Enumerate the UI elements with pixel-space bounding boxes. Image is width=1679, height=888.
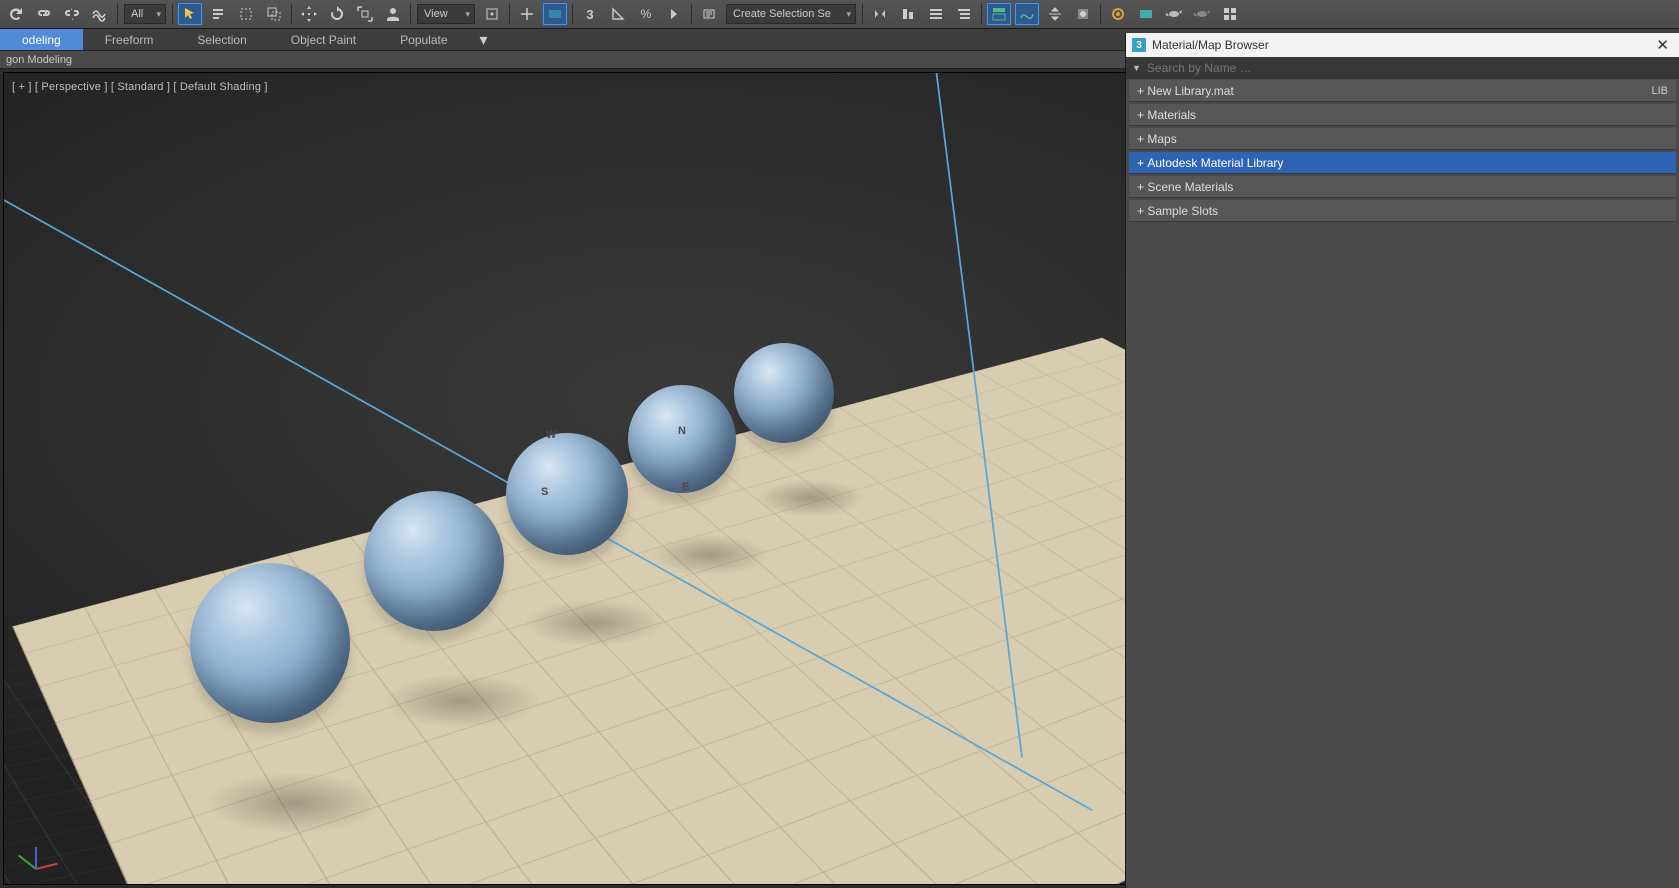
edit-named-sets-icon[interactable]: [696, 2, 722, 26]
angle-snap-icon[interactable]: [605, 2, 631, 26]
material-editor-icon[interactable]: [1070, 2, 1096, 26]
select-region-rect-icon[interactable]: [233, 2, 259, 26]
select-by-name-icon[interactable]: [205, 2, 231, 26]
category-materials[interactable]: + Materials: [1129, 104, 1676, 126]
sphere-shadow: [650, 535, 770, 576]
category-autodesk-library[interactable]: + Autodesk Material Library: [1129, 152, 1676, 174]
unlink-icon[interactable]: [59, 2, 85, 26]
category-new-library[interactable]: + New Library.mat LIB: [1129, 80, 1676, 102]
search-input[interactable]: [1147, 61, 1673, 75]
selection-filter-dropdown[interactable]: All: [124, 4, 166, 24]
ribbon-tab-populate[interactable]: Populate: [378, 29, 469, 50]
app-badge-icon: 3: [1132, 38, 1146, 52]
ribbon-tab-modeling[interactable]: odeling: [0, 29, 83, 50]
link-icon[interactable]: [31, 2, 57, 26]
select-object-icon[interactable]: [177, 2, 203, 26]
ribbon-tab-selection[interactable]: Selection: [175, 29, 268, 50]
layer-explorer-icon[interactable]: [951, 2, 977, 26]
sphere-shadow: [756, 479, 866, 516]
category-label: Maps: [1147, 132, 1176, 146]
window-crossing-icon[interactable]: [261, 2, 287, 26]
align-icon[interactable]: [895, 2, 921, 26]
sphere-object[interactable]: [734, 343, 834, 443]
browser-search-bar[interactable]: ▼: [1126, 57, 1679, 79]
layer-manager-icon[interactable]: [923, 2, 949, 26]
browser-titlebar[interactable]: 3 Material/Map Browser ✕: [1126, 33, 1679, 57]
main-toolbar: All View 3 % Create Selection Se: [0, 0, 1679, 29]
use-pivot-icon[interactable]: [479, 2, 505, 26]
lib-tag: LIB: [1651, 85, 1668, 97]
sphere-object[interactable]: [506, 433, 628, 555]
mirror-icon[interactable]: [867, 2, 893, 26]
ribbon-tab-freeform[interactable]: Freeform: [83, 29, 176, 50]
scale-icon[interactable]: [352, 2, 378, 26]
close-icon[interactable]: ✕: [1652, 36, 1673, 54]
bind-space-warp-icon[interactable]: [87, 2, 113, 26]
sphere-object[interactable]: [364, 491, 504, 631]
sphere-shadow: [204, 772, 384, 833]
render-frame-icon[interactable]: [1133, 2, 1159, 26]
category-label: New Library.mat: [1147, 84, 1233, 98]
category-label: Materials: [1147, 108, 1196, 122]
category-maps[interactable]: + Maps: [1129, 128, 1676, 150]
curve-editor-icon[interactable]: [1014, 2, 1040, 26]
move-icon[interactable]: [296, 2, 322, 26]
ribbon-toggle-icon[interactable]: [986, 2, 1012, 26]
manipulate-icon[interactable]: [514, 2, 540, 26]
sphere-shadow: [524, 599, 664, 647]
teapot1-icon[interactable]: [1161, 2, 1187, 26]
render-setup-icon[interactable]: [1105, 2, 1131, 26]
viewport-label[interactable]: [ + ] [ Perspective ] [ Standard ] [ Def…: [12, 81, 268, 93]
browser-empty-area: [1126, 223, 1679, 888]
sphere-object[interactable]: [628, 385, 736, 493]
named-selection-dropdown[interactable]: Create Selection Se: [726, 4, 856, 24]
category-label: Autodesk Material Library: [1147, 156, 1283, 170]
spinner-snap-icon[interactable]: [661, 2, 687, 26]
sphere-shadow: [382, 674, 542, 728]
ribbon-tab-objectpaint[interactable]: Object Paint: [269, 29, 378, 50]
redo-icon[interactable]: [3, 2, 29, 26]
category-scene-materials[interactable]: + Scene Materials: [1129, 176, 1676, 198]
schematic-view-icon[interactable]: [1042, 2, 1068, 26]
placement-icon[interactable]: [380, 2, 406, 26]
keyboard-shortcut-icon[interactable]: [542, 2, 568, 26]
rotate-icon[interactable]: [324, 2, 350, 26]
sphere-object[interactable]: [190, 563, 350, 723]
axis-tripod: [32, 840, 66, 874]
category-label: Sample Slots: [1147, 204, 1218, 218]
ref-coord-dropdown[interactable]: View: [417, 4, 475, 24]
browser-title-text: Material/Map Browser: [1152, 38, 1269, 52]
percent-snap-icon[interactable]: %: [633, 2, 659, 26]
material-map-browser: 3 Material/Map Browser ✕ ▼ + New Library…: [1125, 33, 1679, 888]
category-sample-slots[interactable]: + Sample Slots: [1129, 200, 1676, 222]
category-label: Scene Materials: [1147, 180, 1233, 194]
snap-toggle-icon[interactable]: 3: [577, 2, 603, 26]
teapot2-icon[interactable]: [1189, 2, 1215, 26]
render-production-icon[interactable]: [1217, 2, 1243, 26]
ribbon-overflow-icon[interactable]: ▾: [470, 29, 498, 50]
search-dropdown-icon[interactable]: ▼: [1132, 63, 1141, 73]
